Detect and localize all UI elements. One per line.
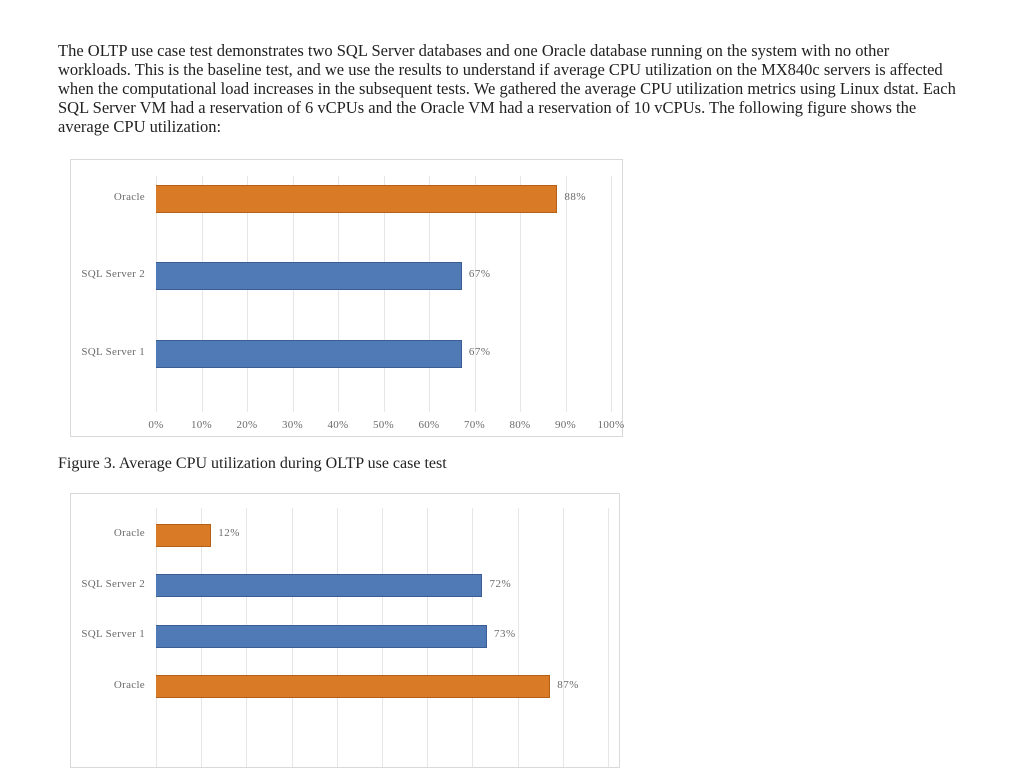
chart-y-label: Oracle: [71, 191, 145, 203]
chart-x-tick: 70%: [464, 419, 485, 431]
chart-x-tick: 30%: [282, 419, 303, 431]
chart-x-tick: 90%: [555, 419, 576, 431]
chart-x-tick: 50%: [373, 419, 394, 431]
chart-value-label: 87%: [557, 679, 579, 691]
chart-y-label: SQL Server 2: [71, 578, 145, 590]
chart-bar: [156, 185, 557, 213]
chart-value-label: 72%: [489, 578, 511, 590]
chart-value-label: 67%: [469, 346, 491, 358]
chart-bar: [156, 625, 487, 648]
figure-caption: Figure 3. Average CPU utilization during…: [58, 455, 966, 473]
chart-x-tick: 20%: [236, 419, 257, 431]
chart-x-tick: 40%: [327, 419, 348, 431]
chart-value-label: 67%: [469, 268, 491, 280]
chart-y-label: SQL Server 2: [71, 268, 145, 280]
chart-bar: [156, 675, 550, 698]
chart-y-label: Oracle: [71, 679, 145, 691]
body-paragraph: The OLTP use case test demonstrates two …: [58, 42, 966, 137]
chart-y-label: SQL Server 1: [71, 628, 145, 640]
chart-x-tick: 10%: [191, 419, 212, 431]
chart-gridline: [611, 176, 612, 412]
chart-y-label: SQL Server 1: [71, 346, 145, 358]
chart-bar: [156, 262, 462, 290]
chart-x-tick: 100%: [598, 419, 625, 431]
chart-gridline: [518, 508, 519, 767]
chart-value-label: 12%: [218, 527, 240, 539]
chart-x-tick: 0%: [148, 419, 163, 431]
chart-x-tick: 80%: [509, 419, 530, 431]
chart-gridline: [608, 508, 609, 767]
chart-figure-4-partial: Oracle 12% SQL Server 2 72% SQL Server 1 73% O…: [70, 493, 620, 768]
chart-bar: [156, 524, 211, 547]
chart-bar: [156, 340, 462, 368]
chart-value-label: 88%: [564, 191, 586, 203]
chart-bar: [156, 574, 482, 597]
chart-y-label: Oracle: [71, 527, 145, 539]
chart-figure-3: Oracle 88% SQL Server 2 67% SQL Server 1 67% 0…: [70, 159, 623, 437]
chart-gridline: [563, 508, 564, 767]
chart-x-tick: 60%: [418, 419, 439, 431]
chart-value-label: 73%: [494, 628, 516, 640]
chart-gridline: [566, 176, 567, 412]
